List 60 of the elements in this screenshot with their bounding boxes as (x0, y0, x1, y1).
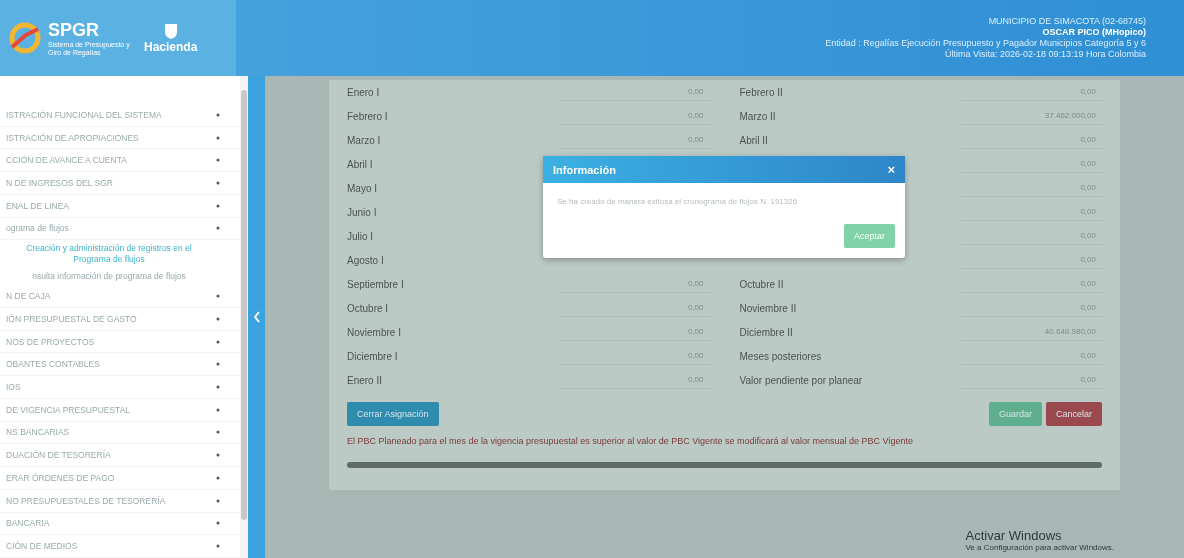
user-name: OSCAR PICO (MHopico) (1042, 27, 1146, 38)
last-visit-text: Última Visita: 2026-02-18 09:13:19 Hora Colombia (945, 49, 1146, 60)
sidebar-item[interactable]: IOS (0, 376, 240, 399)
sidebar-item[interactable]: N DE INGRESOS DEL SGR (0, 172, 240, 195)
sidebar-item[interactable]: CIÓN DE MEDIOS (0, 535, 240, 558)
chevron-left-icon[interactable] (252, 311, 261, 323)
sidebar-item[interactable]: ISTRACIÓN DE APROPIACIONES (0, 126, 240, 150)
close-assignment-button[interactable]: Cerrar Asignación (347, 402, 439, 426)
sidebar-item[interactable]: ERAR ÓRDENES DE PAGO (0, 467, 240, 490)
month-label: Octubre II (739, 278, 785, 290)
sidebar-subitem[interactable]: Creación y administración de registros en el Programa de flujos (0, 240, 240, 269)
accept-button[interactable]: Aceptar (843, 224, 895, 248)
month-label: Meses posteriores (739, 350, 823, 362)
month-label: Septiembre I (347, 278, 405, 290)
month-label: Enero II (347, 374, 384, 386)
save-button[interactable]: Guardar (988, 402, 1042, 426)
month-label: Noviembre I (347, 326, 402, 338)
month-label: Noviembre II (739, 302, 798, 314)
close-button[interactable]: × (887, 162, 895, 177)
sidebar-subitem[interactable]: nsulta información de programa de flujos (0, 268, 240, 286)
sidebar-item[interactable]: IÓN PRESUPUESTAL DE GASTO (0, 308, 240, 331)
logo-icon (8, 21, 42, 55)
warning-text: El PBC Planeado para el mes de la vigencia presupuestal es superior al valor de PBC Vigente se modificará al valor mensual de PBC Vigente (347, 436, 914, 446)
month-label: Marzo I (347, 134, 382, 146)
dialog-title: Información (553, 163, 616, 176)
sidebar-item[interactable]: NS BANCARIAS (0, 421, 240, 445)
activation-text: Ve a Configuración para activar Windows. (965, 543, 1114, 552)
logo-text: SPGR (48, 19, 100, 41)
sidebar-item[interactable]: ENAL DE LINEA (0, 194, 240, 218)
month-label: Junio I (347, 206, 378, 218)
activation-title: Activar Windows (965, 528, 1063, 543)
entity-text: Entidad : Regalías Ejecución Presupuesto y Pagador Municipios Categoría 5 y 6 (825, 38, 1146, 49)
month-label: Febrero I (347, 110, 389, 122)
month-label: Agosto I (347, 254, 385, 266)
month-label: Julio I (347, 230, 375, 242)
sidebar-item[interactable]: CCIÓN DE AVANCE A CUENTA (0, 149, 240, 173)
month-label: Abril II (739, 134, 769, 146)
sidebar-item[interactable]: BANCARIA (0, 512, 240, 536)
month-label: Marzo II (739, 110, 777, 122)
month-label: Diciembre I (347, 350, 399, 362)
sidebar-item[interactable]: NOS DE PROYECTOS (0, 330, 240, 354)
shield-icon (163, 22, 178, 40)
sidebar-item[interactable]: DE VIGENCIA PRESUPUESTAL (0, 398, 240, 422)
cancel-button[interactable]: Cancelar (1045, 402, 1102, 426)
month-label: Octubre I (347, 302, 390, 314)
sidebar-item[interactable]: N DE CAJA (0, 285, 240, 309)
month-label: Mayo I (347, 182, 378, 194)
month-label: Enero I (347, 86, 381, 98)
sidebar-item[interactable]: ISTRACIÓN FUNCIONAL DEL SISTEMA (0, 104, 240, 127)
month-label: Febrero II (739, 86, 784, 98)
municipality-name: MUNICIPIO DE SIMACOTA (02-68745) (988, 16, 1146, 27)
sidebar-item[interactable]: OBANTES CONTABLES (0, 353, 240, 377)
sidebar-item[interactable]: NO PRESUPUESTALES DE TESORERÍA (0, 489, 240, 513)
dialog-message: Se ha creado de manera exitosa el cronograma de flujos N. 191326 (556, 196, 799, 208)
month-label: Diciembre II (739, 326, 794, 338)
month-label: Valor pendiente por planear (739, 374, 864, 386)
ministry-name: Hacienda (144, 40, 198, 54)
sidebar-item[interactable]: ograma de flujos (0, 217, 240, 241)
sidebar-item[interactable]: DUACIÓN DE TESORERÍA (0, 444, 240, 468)
value-field: 40.648.980,00 (962, 323, 1102, 341)
